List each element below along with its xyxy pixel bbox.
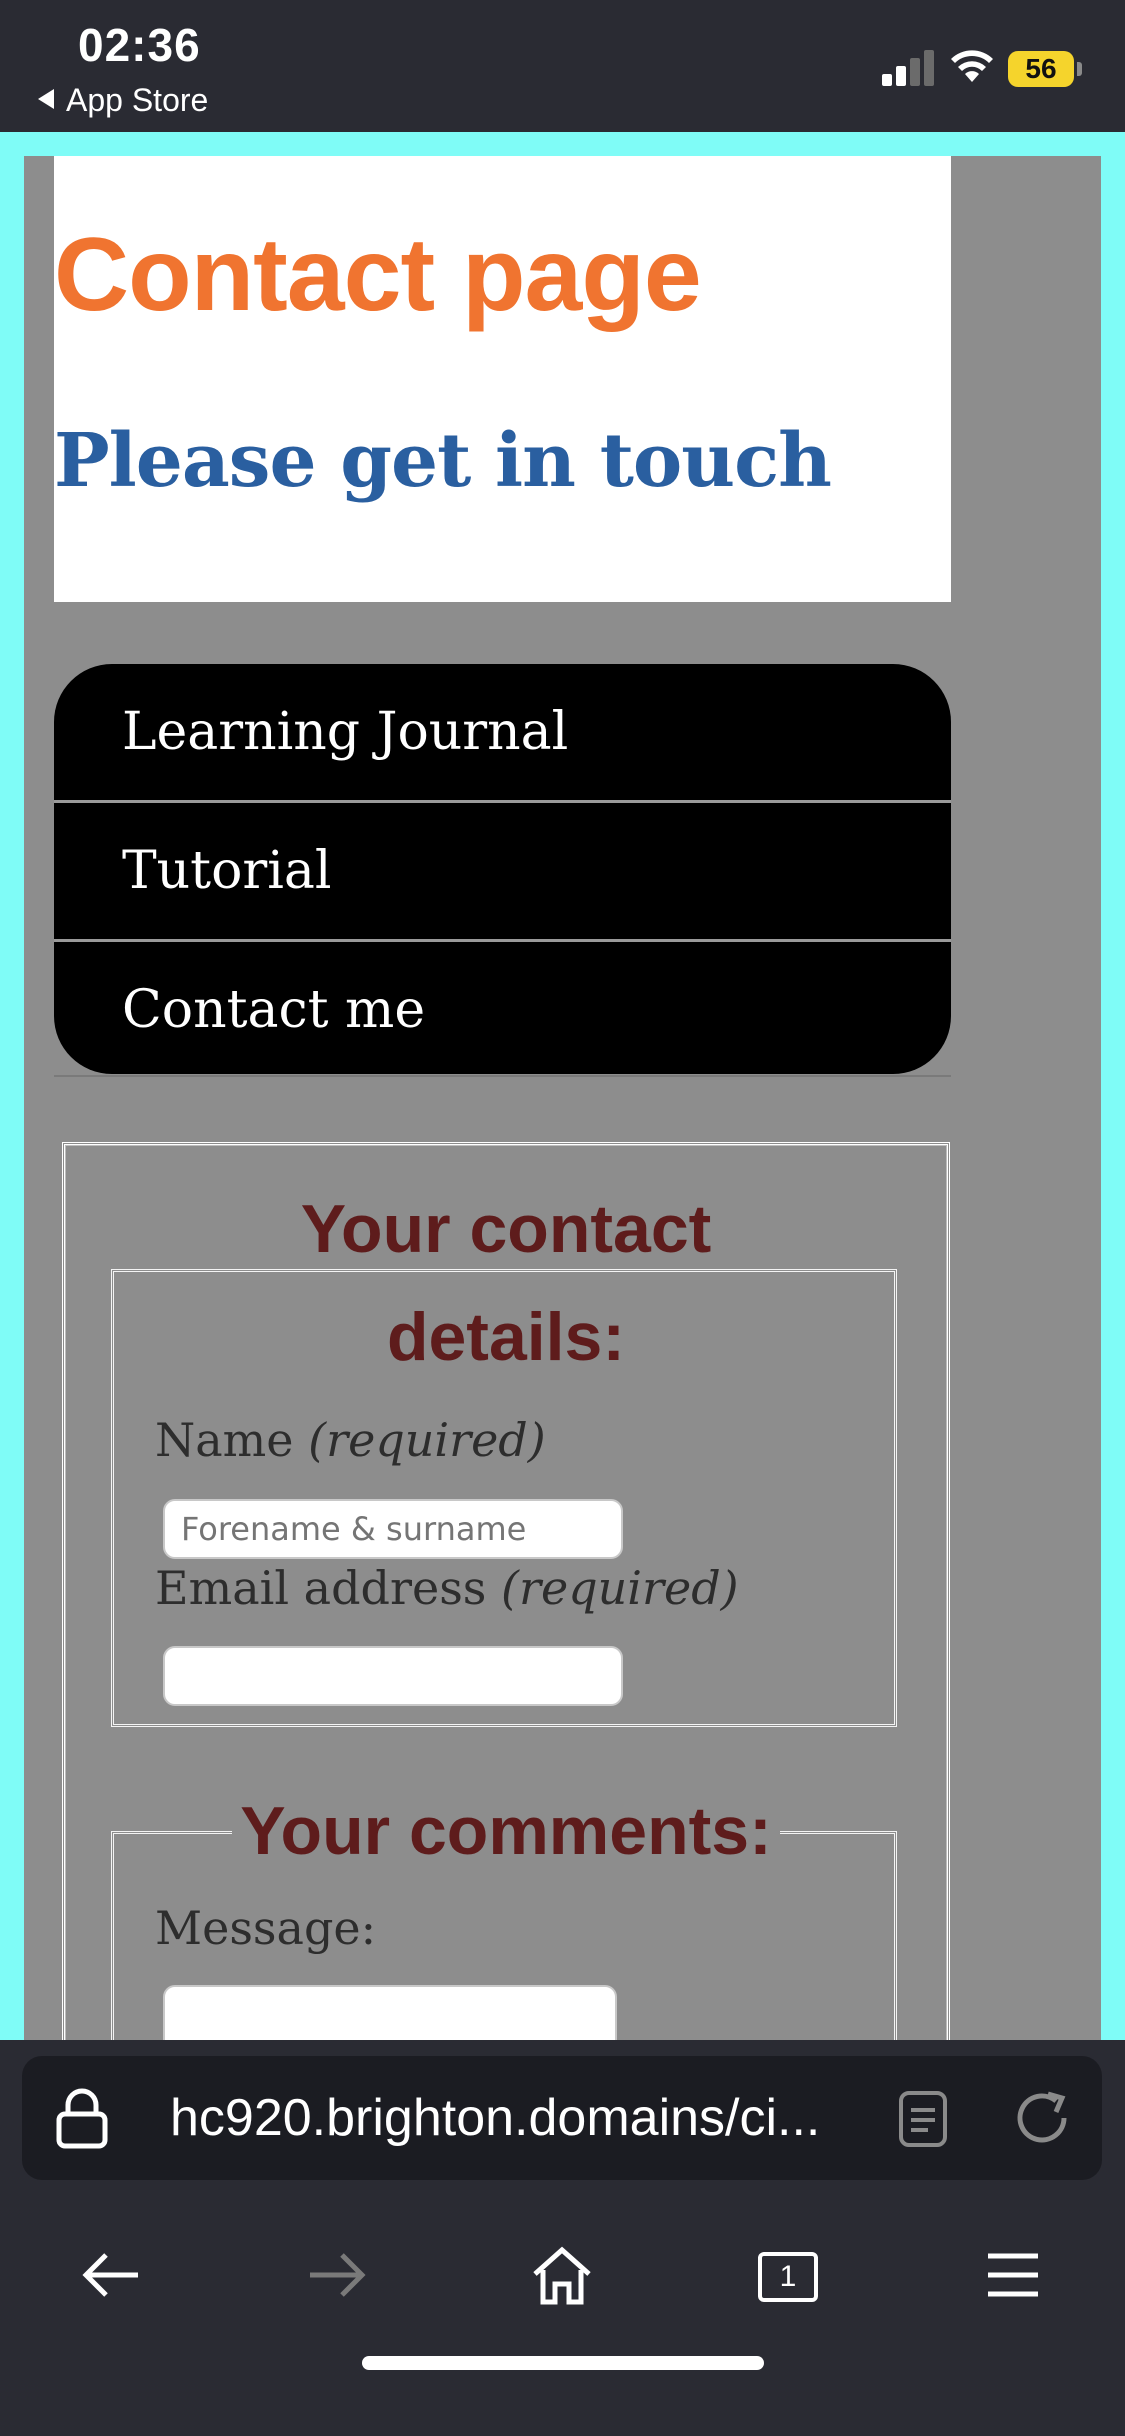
email-input[interactable] bbox=[163, 1646, 623, 1706]
address-bar[interactable]: hc920.brighton.domains/ci... bbox=[22, 2056, 1102, 2180]
tabs-icon: 1 bbox=[758, 2252, 818, 2302]
home-indicator[interactable] bbox=[362, 2356, 764, 2370]
home-icon[interactable] bbox=[527, 2240, 597, 2310]
contact-details-legend: Your contact details: bbox=[65, 1175, 947, 1391]
name-required-note: (required) bbox=[308, 1413, 546, 1467]
nav-item-learning-journal[interactable]: Learning Journal bbox=[54, 664, 951, 800]
menu-icon[interactable] bbox=[978, 2240, 1048, 2310]
email-label-text: Email address bbox=[155, 1561, 487, 1615]
name-input[interactable] bbox=[163, 1499, 623, 1559]
back-to-app-button[interactable]: App Store bbox=[38, 82, 208, 119]
tabs-button[interactable]: 1 bbox=[752, 2240, 822, 2310]
forward-arrow-icon[interactable] bbox=[302, 2240, 372, 2310]
url-text[interactable]: hc920.brighton.domains/ci... bbox=[170, 2088, 820, 2148]
page-container: Contact page Please get in touch Learnin… bbox=[24, 156, 1101, 2040]
nav-item-tutorial[interactable]: Tutorial bbox=[54, 803, 951, 939]
wifi-icon bbox=[951, 50, 993, 82]
message-label: Message: bbox=[155, 1901, 377, 1955]
nav-underline bbox=[54, 1075, 951, 1077]
page-header: Contact page Please get in touch bbox=[54, 156, 951, 602]
browser-chrome: hc920.brighton.domains/ci... 1 bbox=[0, 2040, 1125, 2436]
reload-icon[interactable] bbox=[1012, 2088, 1072, 2148]
back-arrow-icon[interactable] bbox=[76, 2240, 146, 2310]
status-time: 02:36 bbox=[78, 19, 201, 71]
signal-icon bbox=[882, 50, 934, 86]
back-app-label: App Store bbox=[66, 82, 209, 118]
page-title: Contact page bbox=[54, 217, 702, 333]
email-required-note: (required) bbox=[501, 1561, 739, 1615]
name-label: Name (required) bbox=[155, 1413, 546, 1467]
legend-line-1: Your contact bbox=[292, 1191, 720, 1267]
main-nav: Learning Journal Tutorial Contact me bbox=[54, 664, 951, 1074]
name-label-text: Name bbox=[155, 1413, 294, 1467]
comments-legend-text: Your comments: bbox=[232, 1793, 780, 1869]
nav-item-contact-me[interactable]: Contact me bbox=[54, 942, 951, 1074]
contact-form: Your contact details: Name (required) Em… bbox=[62, 1142, 950, 2040]
page-subtitle: Please get in touch bbox=[54, 418, 832, 504]
reader-mode-icon[interactable] bbox=[898, 2090, 948, 2148]
message-textarea[interactable] bbox=[163, 1985, 617, 2040]
comments-legend: Your comments: bbox=[65, 1777, 947, 1885]
web-viewport[interactable]: Contact page Please get in touch Learnin… bbox=[0, 132, 1125, 2040]
status-bar: 02:36 App Store 56 bbox=[0, 0, 1125, 132]
email-label: Email address (required) bbox=[155, 1561, 739, 1615]
back-triangle-icon bbox=[38, 89, 54, 109]
lock-icon bbox=[56, 2088, 108, 2149]
battery-indicator: 56 bbox=[1008, 51, 1082, 87]
legend-line-2: details: bbox=[378, 1299, 634, 1375]
